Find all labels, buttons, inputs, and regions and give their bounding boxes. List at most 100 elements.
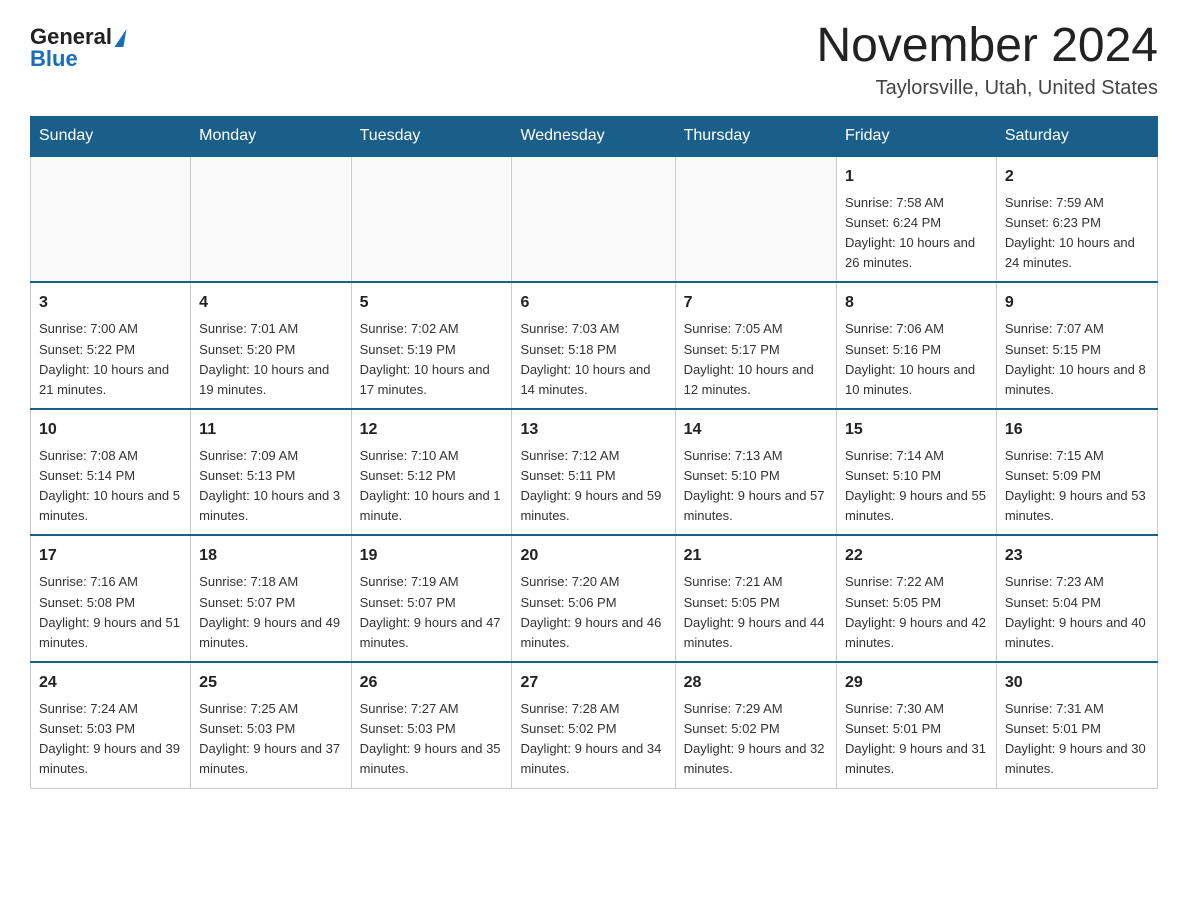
- day-number: 2: [1005, 165, 1149, 189]
- location-title: Taylorsville, Utah, United States: [816, 77, 1158, 100]
- day-info: Sunrise: 7:09 AM Sunset: 5:13 PM Dayligh…: [199, 446, 342, 527]
- day-info: Sunrise: 7:15 AM Sunset: 5:09 PM Dayligh…: [1005, 446, 1149, 527]
- day-number: 25: [199, 671, 342, 695]
- day-number: 6: [520, 291, 666, 315]
- header-wednesday: Wednesday: [512, 116, 675, 156]
- day-info: Sunrise: 7:07 AM Sunset: 5:15 PM Dayligh…: [1005, 319, 1149, 400]
- day-info: Sunrise: 7:31 AM Sunset: 5:01 PM Dayligh…: [1005, 699, 1149, 780]
- month-title: November 2024: [816, 20, 1158, 73]
- calendar-cell: 27 Sunrise: 7:28 AM Sunset: 5:02 PM Dayli…: [512, 662, 675, 788]
- day-info: Sunrise: 7:13 AM Sunset: 5:10 PM Dayligh…: [684, 446, 828, 527]
- calendar-cell: [351, 156, 512, 283]
- calendar-cell: [31, 156, 191, 283]
- calendar-cell: 9 Sunrise: 7:07 AM Sunset: 5:15 PM Daylig…: [996, 282, 1157, 409]
- calendar-cell: 10 Sunrise: 7:08 AM Sunset: 5:14 PM Dayli…: [31, 409, 191, 536]
- day-info: Sunrise: 7:01 AM Sunset: 5:20 PM Dayligh…: [199, 319, 342, 400]
- day-number: 9: [1005, 291, 1149, 315]
- week-row-1: 1 Sunrise: 7:58 AM Sunset: 6:24 PM Daylig…: [31, 156, 1158, 283]
- day-number: 1: [845, 165, 988, 189]
- day-number: 20: [520, 544, 666, 568]
- calendar-cell: 21 Sunrise: 7:21 AM Sunset: 5:05 PM Dayli…: [675, 535, 836, 662]
- day-number: 10: [39, 418, 182, 442]
- day-info: Sunrise: 7:27 AM Sunset: 5:03 PM Dayligh…: [360, 699, 504, 780]
- calendar-cell: [512, 156, 675, 283]
- day-number: 26: [360, 671, 504, 695]
- day-info: Sunrise: 7:22 AM Sunset: 5:05 PM Dayligh…: [845, 572, 988, 653]
- day-info: Sunrise: 7:16 AM Sunset: 5:08 PM Dayligh…: [39, 572, 182, 653]
- header: General Blue November 2024 Taylorsville,…: [30, 20, 1158, 100]
- day-number: 30: [1005, 671, 1149, 695]
- calendar-cell: [675, 156, 836, 283]
- logo-general-text: General: [30, 26, 112, 48]
- calendar-cell: 7 Sunrise: 7:05 AM Sunset: 5:17 PM Daylig…: [675, 282, 836, 409]
- day-info: Sunrise: 7:06 AM Sunset: 5:16 PM Dayligh…: [845, 319, 988, 400]
- day-info: Sunrise: 7:00 AM Sunset: 5:22 PM Dayligh…: [39, 319, 182, 400]
- logo: General Blue: [30, 20, 125, 70]
- calendar-cell: 3 Sunrise: 7:00 AM Sunset: 5:22 PM Daylig…: [31, 282, 191, 409]
- day-info: Sunrise: 7:21 AM Sunset: 5:05 PM Dayligh…: [684, 572, 828, 653]
- day-number: 5: [360, 291, 504, 315]
- day-number: 3: [39, 291, 182, 315]
- calendar-cell: 19 Sunrise: 7:19 AM Sunset: 5:07 PM Dayli…: [351, 535, 512, 662]
- day-number: 14: [684, 418, 828, 442]
- title-area: November 2024 Taylorsville, Utah, United…: [816, 20, 1158, 100]
- calendar-cell: 15Sunrise: 7:14 AM Sunset: 5:10 PM Dayli…: [837, 409, 997, 536]
- header-monday: Monday: [191, 116, 351, 156]
- header-friday: Friday: [837, 116, 997, 156]
- calendar: SundayMondayTuesdayWednesdayThursdayFrid…: [30, 116, 1158, 789]
- day-info: Sunrise: 7:19 AM Sunset: 5:07 PM Dayligh…: [360, 572, 504, 653]
- day-number: 19: [360, 544, 504, 568]
- calendar-cell: 23Sunrise: 7:23 AM Sunset: 5:04 PM Dayli…: [996, 535, 1157, 662]
- day-number: 18: [199, 544, 342, 568]
- header-thursday: Thursday: [675, 116, 836, 156]
- day-number: 27: [520, 671, 666, 695]
- day-number: 22: [845, 544, 988, 568]
- calendar-cell: 28Sunrise: 7:29 AM Sunset: 5:02 PM Dayli…: [675, 662, 836, 788]
- calendar-cell: 13Sunrise: 7:12 AM Sunset: 5:11 PM Dayli…: [512, 409, 675, 536]
- day-number: 15: [845, 418, 988, 442]
- day-info: Sunrise: 7:25 AM Sunset: 5:03 PM Dayligh…: [199, 699, 342, 780]
- day-number: 29: [845, 671, 988, 695]
- day-info: Sunrise: 7:58 AM Sunset: 6:24 PM Dayligh…: [845, 193, 988, 274]
- week-row-3: 10 Sunrise: 7:08 AM Sunset: 5:14 PM Dayli…: [31, 409, 1158, 536]
- day-info: Sunrise: 7:10 AM Sunset: 5:12 PM Dayligh…: [360, 446, 504, 527]
- day-number: 28: [684, 671, 828, 695]
- header-tuesday: Tuesday: [351, 116, 512, 156]
- calendar-cell: 30 Sunrise: 7:31 AM Sunset: 5:01 PM Dayli…: [996, 662, 1157, 788]
- day-number: 8: [845, 291, 988, 315]
- day-number: 4: [199, 291, 342, 315]
- day-info: Sunrise: 7:12 AM Sunset: 5:11 PM Dayligh…: [520, 446, 666, 527]
- calendar-cell: 29 Sunrise: 7:30 AM Sunset: 5:01 PM Dayli…: [837, 662, 997, 788]
- day-number: 24: [39, 671, 182, 695]
- calendar-cell: 20 Sunrise: 7:20 AM Sunset: 5:06 PM Dayli…: [512, 535, 675, 662]
- day-info: Sunrise: 7:30 AM Sunset: 5:01 PM Dayligh…: [845, 699, 988, 780]
- calendar-cell: 18Sunrise: 7:18 AM Sunset: 5:07 PM Dayli…: [191, 535, 351, 662]
- day-number: 23: [1005, 544, 1149, 568]
- day-number: 12: [360, 418, 504, 442]
- calendar-cell: 16Sunrise: 7:15 AM Sunset: 5:09 PM Dayli…: [996, 409, 1157, 536]
- day-number: 7: [684, 291, 828, 315]
- day-info: Sunrise: 7:08 AM Sunset: 5:14 PM Dayligh…: [39, 446, 182, 527]
- header-saturday: Saturday: [996, 116, 1157, 156]
- calendar-cell: 6 Sunrise: 7:03 AM Sunset: 5:18 PM Daylig…: [512, 282, 675, 409]
- calendar-cell: [191, 156, 351, 283]
- day-info: Sunrise: 7:28 AM Sunset: 5:02 PM Dayligh…: [520, 699, 666, 780]
- calendar-cell: 11Sunrise: 7:09 AM Sunset: 5:13 PM Dayli…: [191, 409, 351, 536]
- week-row-2: 3 Sunrise: 7:00 AM Sunset: 5:22 PM Daylig…: [31, 282, 1158, 409]
- calendar-cell: 12 Sunrise: 7:10 AM Sunset: 5:12 PM Dayli…: [351, 409, 512, 536]
- calendar-cell: 5 Sunrise: 7:02 AM Sunset: 5:19 PM Daylig…: [351, 282, 512, 409]
- day-number: 17: [39, 544, 182, 568]
- day-info: Sunrise: 7:03 AM Sunset: 5:18 PM Dayligh…: [520, 319, 666, 400]
- calendar-cell: 24 Sunrise: 7:24 AM Sunset: 5:03 PM Dayli…: [31, 662, 191, 788]
- day-info: Sunrise: 7:20 AM Sunset: 5:06 PM Dayligh…: [520, 572, 666, 653]
- day-info: Sunrise: 7:24 AM Sunset: 5:03 PM Dayligh…: [39, 699, 182, 780]
- day-info: Sunrise: 7:05 AM Sunset: 5:17 PM Dayligh…: [684, 319, 828, 400]
- calendar-cell: 4 Sunrise: 7:01 AM Sunset: 5:20 PM Daylig…: [191, 282, 351, 409]
- day-number: 21: [684, 544, 828, 568]
- week-row-5: 24 Sunrise: 7:24 AM Sunset: 5:03 PM Dayli…: [31, 662, 1158, 788]
- day-info: Sunrise: 7:02 AM Sunset: 5:19 PM Dayligh…: [360, 319, 504, 400]
- calendar-cell: 8 Sunrise: 7:06 AM Sunset: 5:16 PM Daylig…: [837, 282, 997, 409]
- calendar-cell: 14 Sunrise: 7:13 AM Sunset: 5:10 PM Dayli…: [675, 409, 836, 536]
- header-sunday: Sunday: [31, 116, 191, 156]
- calendar-header-row: SundayMondayTuesdayWednesdayThursdayFrid…: [31, 116, 1158, 156]
